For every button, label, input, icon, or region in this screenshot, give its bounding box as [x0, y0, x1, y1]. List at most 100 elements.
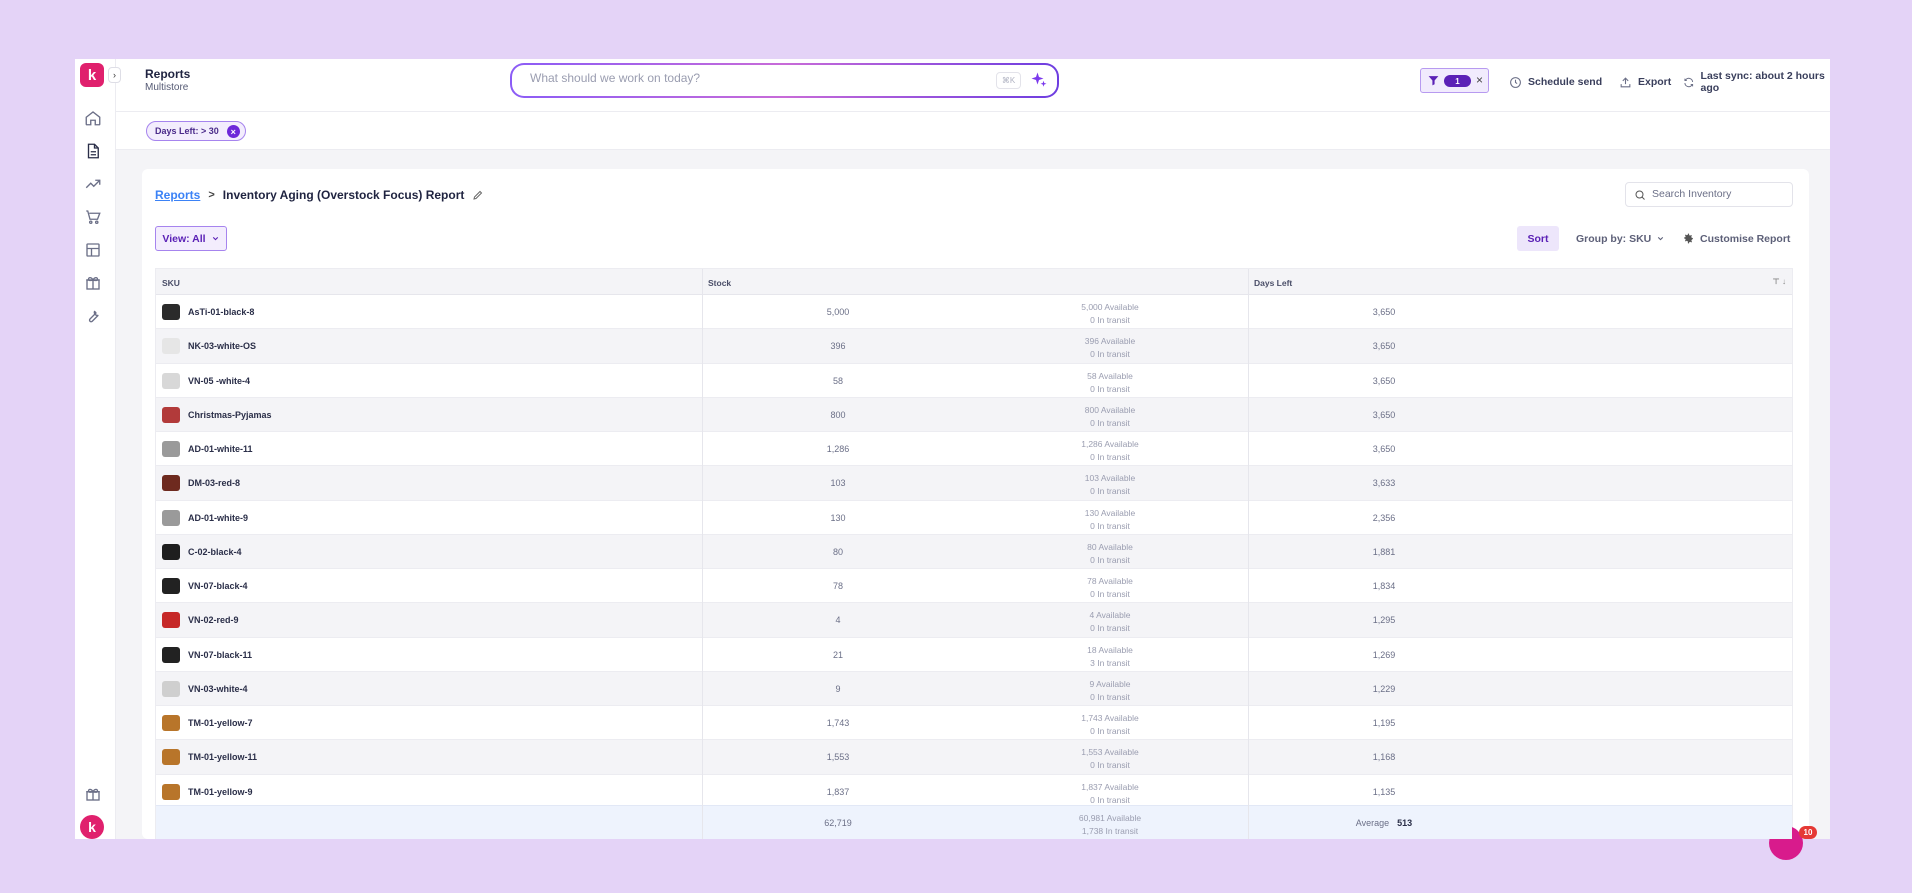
average-days-left: Average 513 — [1248, 818, 1520, 828]
group-by-label: Group by: SKU — [1576, 232, 1652, 245]
pencil-icon[interactable] — [472, 189, 484, 201]
search-icon — [1635, 190, 1645, 200]
in-transit-qty: 0 In transit — [1090, 417, 1130, 428]
sku-cell: VN-07-black-4 — [188, 581, 248, 591]
group-by-dropdown[interactable]: Group by: SKU — [1576, 226, 1665, 251]
sku-cell: VN-05 -white-4 — [188, 375, 251, 386]
product-thumbnail — [162, 509, 180, 526]
stock-cell: 58 — [832, 375, 843, 386]
total-stock: 62,719 — [824, 818, 852, 828]
sort-desc-icon[interactable]: ⊤ ↓ — [1772, 277, 1786, 286]
table-row[interactable]: DM-03-red-8 103 103 Available 0 In transit 3… — [156, 466, 1792, 501]
table-row[interactable]: VN-07-black-4 78 78 Available 0 In transit 1… — [156, 569, 1792, 604]
table-row[interactable]: VN-03-white-4 9 9 Available 0 In transit 1,2… — [156, 671, 1792, 706]
sort-button[interactable]: Sort — [1517, 226, 1559, 251]
user-avatar[interactable]: k — [80, 815, 104, 839]
days-left-cell: 2,356 — [1372, 512, 1396, 523]
sku-cell: TM-01-yellow-7 — [188, 718, 253, 728]
storefront-icon[interactable] — [84, 241, 102, 259]
stock-cell: 78 — [832, 581, 843, 591]
table-row[interactable]: VN-07-black-11 21 18 Available 3 In transit… — [156, 638, 1792, 672]
product-thumbnail — [162, 372, 180, 389]
schedule-send-label: Schedule send — [1528, 76, 1603, 88]
available-qty: 18 Available — [1087, 644, 1133, 655]
average-label: Average — [1355, 818, 1390, 828]
available-qty: 1,743 Available — [1081, 713, 1139, 723]
product-thumbnail — [162, 578, 180, 594]
column-header-sku[interactable]: SKU — [162, 278, 180, 288]
app-logo[interactable]: k — [80, 63, 104, 87]
days-left-filter-label: Days Left: > 30 — [155, 126, 219, 136]
wrench-icon[interactable] — [84, 307, 102, 325]
customise-report-button[interactable]: Customise Report — [1682, 226, 1790, 251]
availability-cell: 1,553 Available 0 In transit — [974, 746, 1246, 772]
inventory-search-input[interactable] — [1652, 188, 1787, 200]
chevron-down-icon — [212, 236, 218, 241]
table-body: AsTi-01-black-8 5,000 5,000 Available 0 In … — [156, 295, 1792, 809]
column-header-stock[interactable]: Stock — [708, 278, 731, 288]
trending-icon[interactable] — [84, 175, 102, 193]
sparkle-icon[interactable] — [1030, 71, 1048, 89]
document-icon[interactable] — [84, 142, 102, 160]
view-dropdown[interactable]: View: All — [155, 226, 227, 251]
table-row[interactable]: Christmas-Pyjamas 800 800 Available 0 In tr… — [156, 397, 1792, 432]
export-button[interactable]: Export — [1619, 74, 1671, 90]
remove-filter-button[interactable]: × — [226, 125, 240, 138]
funnel-icon — [1427, 74, 1440, 87]
in-transit-qty: 3 In transit — [1090, 657, 1130, 668]
stock-cell: 1,837 — [826, 786, 850, 797]
expand-sidebar-button[interactable]: › — [108, 67, 121, 83]
available-qty: 396 Available — [1084, 336, 1136, 347]
table-row[interactable]: C-02-black-4 80 80 Available 0 In transit 1,… — [156, 534, 1792, 569]
breadcrumb: Reports > Inventory Aging (Overstock Foc… — [155, 188, 484, 202]
available-qty: 1,553 Available — [1081, 747, 1139, 758]
total-availability: 60,981 Available 1,738 In transit — [974, 812, 1246, 838]
product-thumbnail — [162, 612, 180, 629]
product-thumbnail — [162, 783, 180, 800]
stock-cell: 130 — [830, 512, 846, 523]
ai-search-box: ⌘K — [510, 63, 1059, 98]
availability-cell: 130 Available 0 In transit — [974, 507, 1246, 533]
chevron-down-icon — [1658, 236, 1664, 241]
table-row[interactable]: AD-01-white-11 1,286 1,286 Available 0 In t… — [156, 432, 1792, 467]
table-row[interactable]: TM-01-yellow-7 1,743 1,743 Available 0 In t… — [156, 706, 1792, 741]
available-qty: 5,000 Available — [1081, 302, 1139, 312]
availability-cell: 1,286 Available 0 In transit — [974, 438, 1246, 464]
table-row[interactable]: VN-02-red-9 4 4 Available 0 In transit 1,295 — [156, 603, 1792, 638]
report-title: Inventory Aging (Overstock Focus) Report — [222, 188, 465, 202]
active-filters-row: Days Left: > 30 × — [116, 112, 1830, 150]
home-icon[interactable] — [84, 109, 102, 127]
chevron-right-icon: > — [208, 189, 215, 201]
table-row[interactable]: AsTi-01-black-8 5,000 5,000 Available 0 In … — [156, 295, 1792, 330]
filter-toggle-button[interactable]: 1 × — [1420, 68, 1489, 93]
app-window: k k › Reports Multistore What should we … — [75, 59, 1830, 839]
stock-cell: 1,553 — [826, 752, 850, 763]
days-left-cell: 3,650 — [1372, 307, 1396, 317]
table-row[interactable]: TM-01-yellow-11 1,553 1,553 Available 0 In … — [156, 740, 1792, 775]
gift-box-icon[interactable] — [84, 274, 102, 292]
page-background — [0, 839, 1912, 893]
cart-icon[interactable] — [84, 208, 102, 226]
in-transit-qty: 0 In transit — [1090, 520, 1130, 531]
ai-search-input[interactable] — [530, 71, 970, 85]
product-thumbnail — [162, 749, 180, 766]
table-row[interactable]: AD-01-white-9 130 130 Available 0 In transi… — [156, 501, 1792, 535]
column-divider — [702, 269, 703, 839]
table-row[interactable]: VN-05 -white-4 58 58 Available 0 In transit… — [156, 364, 1792, 398]
sync-status-button[interactable]: Last sync: about 2 hours ago — [1683, 70, 1830, 94]
stock-cell: 5,000 — [826, 307, 850, 317]
table-row[interactable]: NK-03-white-OS 396 396 Available 0 In trans… — [156, 329, 1792, 364]
days-left-cell: 3,650 — [1372, 444, 1396, 454]
total-available: 60,981 Available — [1078, 813, 1142, 823]
available-qty: 1,286 Available — [1081, 439, 1139, 449]
gift-icon[interactable] — [84, 785, 102, 803]
days-left-filter-chip[interactable]: Days Left: > 30 × — [146, 121, 246, 141]
schedule-send-button[interactable]: Schedule send — [1509, 74, 1602, 90]
page-title: Reports — [145, 67, 191, 81]
column-header-days-left[interactable]: Days Left — [1254, 278, 1292, 288]
breadcrumb-reports-link[interactable]: Reports — [155, 188, 200, 202]
stock-cell: 80 — [832, 546, 843, 557]
availability-cell: 58 Available 0 In transit — [974, 370, 1246, 396]
clear-filters-button[interactable]: × — [1476, 73, 1483, 87]
table-row[interactable]: TM-01-yellow-9 1,837 1,837 Available 0 In t… — [156, 775, 1792, 809]
